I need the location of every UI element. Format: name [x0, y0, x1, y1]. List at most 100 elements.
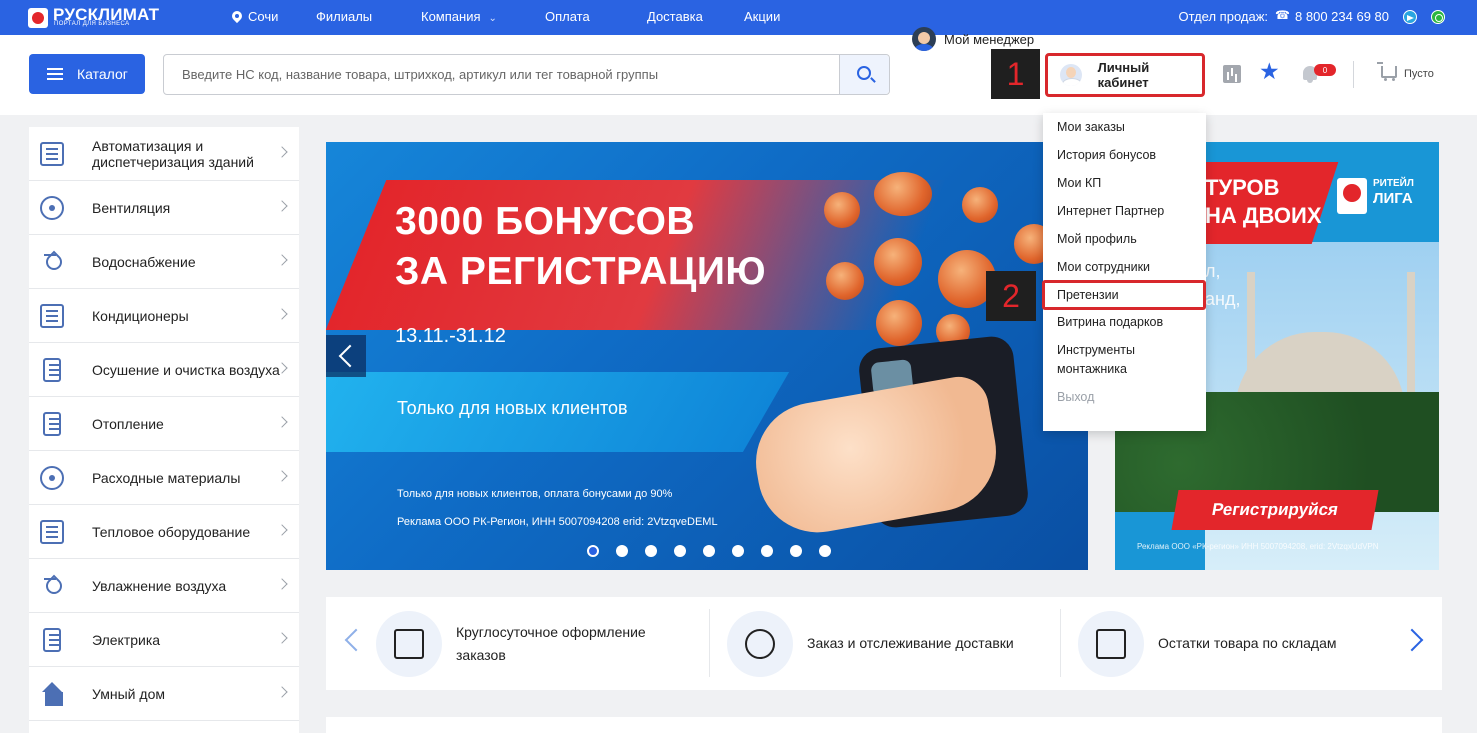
sidebar-item-label: Автоматизация и диспетчеризация зданий — [92, 137, 254, 170]
sidebar-item-heating[interactable]: Отопление — [29, 397, 299, 451]
step-marker-1: 1 — [991, 49, 1040, 99]
account-dropdown-menu: Мои заказы История бонусов Мои КП Интерн… — [1043, 113, 1206, 431]
sidebar-item-heat-equipment[interactable]: Тепловое оборудование — [29, 505, 299, 559]
sidebar-item-automation[interactable]: Автоматизация и диспетчеризация зданий — [29, 127, 299, 181]
search-button[interactable] — [839, 55, 889, 94]
compare-chart-icon[interactable] — [1223, 65, 1241, 83]
telegram-icon[interactable] — [1403, 9, 1417, 24]
cart-icon[interactable] — [1377, 62, 1397, 81]
air-conditioner-icon — [40, 304, 64, 328]
store-icon — [376, 610, 442, 677]
rusklimat-logo[interactable]: РУСКЛИМАТ ПОРТАЛ ДЛЯ БИЗНЕСА — [28, 5, 178, 30]
chevron-right-icon — [276, 308, 288, 320]
sidebar-item-label: Увлажнение воздуха — [92, 577, 227, 594]
nav-branches[interactable]: Филиалы — [316, 9, 372, 24]
banner-title-line2: ЗА РЕГИСТРАЦИЮ — [395, 250, 767, 293]
cart-status[interactable]: Пусто — [1404, 68, 1434, 80]
slide-dot[interactable] — [761, 545, 773, 557]
feature-label: Остатки товара по складам — [1158, 635, 1337, 651]
city-selector[interactable]: Сочи — [232, 9, 278, 24]
search-bar — [163, 54, 890, 95]
menu-item-my-quotes[interactable]: Мои КП — [1057, 174, 1101, 193]
coin-icon — [874, 172, 932, 216]
sales-phone-link[interactable]: 8 800 234 69 80 — [1295, 9, 1389, 24]
delivery-truck-icon — [727, 610, 793, 677]
promo-banner[interactable]: 3000 БОНУСОВ ЗА РЕГИСТРАЦИЮ 13.11.-31.12… — [326, 142, 1088, 570]
feature-item-warehouse-stock[interactable]: Остатки товара по складам — [1078, 610, 1337, 677]
slide-dot[interactable] — [645, 545, 657, 557]
sidebar-item-label: Тепловое оборудование — [92, 523, 251, 540]
banner-fine-print-1: Только для новых клиентов, оплата бонуса… — [397, 488, 673, 500]
favorites-star-icon[interactable]: ★ — [1259, 60, 1280, 83]
slide-dot[interactable] — [674, 545, 686, 557]
retail-league-logo-icon — [1337, 178, 1367, 214]
slide-dot[interactable] — [819, 545, 831, 557]
slide-dot[interactable] — [616, 545, 628, 557]
fan-icon — [40, 196, 64, 220]
catalog-button[interactable]: Каталог — [29, 54, 145, 94]
feature-label: Круглосуточное оформление заказов — [456, 623, 646, 663]
feature-item-orders-24-7[interactable]: Круглосуточное оформление заказов — [376, 610, 656, 677]
banner-pagination — [587, 545, 831, 557]
menu-item-bonus-history[interactable]: История бонусов — [1057, 146, 1156, 165]
banner-title-line1: 3000 БОНУСОВ — [395, 200, 696, 243]
sidebar-item-consumables[interactable]: Расходные материалы — [29, 451, 299, 505]
search-icon — [857, 66, 871, 80]
menu-item-logout[interactable]: Выход — [1057, 388, 1094, 407]
whatsapp-icon[interactable] — [1431, 9, 1445, 24]
banner-title: 3000 БОНУСОВ ЗА РЕГИСТРАЦИЮ — [395, 197, 766, 297]
sidebar-item-label: Умный дом — [92, 685, 165, 702]
chevron-right-icon — [276, 416, 288, 428]
slide-dot[interactable] — [587, 545, 599, 557]
account-button[interactable]: Личный кабинет — [1045, 53, 1205, 97]
feature-item-delivery-tracking[interactable]: Заказ и отслеживание доставки — [727, 610, 1014, 677]
slide-dot[interactable] — [732, 545, 744, 557]
chevron-right-icon — [276, 524, 288, 536]
location-pin-icon — [232, 11, 242, 23]
sidebar-item-label: Водоснабжение — [92, 253, 196, 270]
manager-label: Мой менеджер — [944, 31, 1035, 47]
features-next-arrow-icon[interactable] — [1400, 628, 1424, 652]
nav-company[interactable]: Компания ⌄ — [421, 9, 497, 24]
banner2-title-line2: НА ДВОИХ — [1205, 203, 1322, 228]
nav-delivery[interactable]: Доставка — [647, 9, 703, 24]
register-button[interactable]: Регистрируйся — [1171, 490, 1379, 530]
notifications-badge: 0 — [1314, 64, 1336, 76]
cart-icon — [1078, 610, 1144, 677]
sidebar-item-dehumidification[interactable]: Осушение и очистка воздуха — [29, 343, 299, 397]
sidebar-item-water-supply[interactable]: Водоснабжение — [29, 235, 299, 289]
menu-item-gift-showcase[interactable]: Витрина подарков — [1057, 313, 1163, 332]
slide-dot[interactable] — [703, 545, 715, 557]
slide-dot[interactable] — [790, 545, 802, 557]
search-input[interactable] — [164, 55, 840, 94]
menu-item-my-orders[interactable]: Мои заказы — [1057, 118, 1125, 137]
my-manager[interactable]: Мой менеджер — [912, 27, 1034, 51]
gear-icon — [40, 466, 64, 490]
menu-item-internet-partner[interactable]: Интернет Партнер — [1057, 202, 1164, 221]
sidebar-item-electrics[interactable]: Электрика — [29, 613, 299, 667]
menu-item-my-profile[interactable]: Мой профиль — [1057, 230, 1137, 249]
sidebar-item-label: Кондиционеры — [92, 307, 189, 324]
radiator-icon — [43, 412, 61, 436]
chevron-right-icon — [276, 470, 288, 482]
menu-item-my-employees[interactable]: Мои сотрудники — [1057, 258, 1150, 277]
menu-icon — [47, 68, 63, 80]
coin-icon — [876, 300, 922, 346]
step-marker-2: 2 — [986, 271, 1036, 321]
sidebar-item-ventilation[interactable]: Вентиляция — [29, 181, 299, 235]
banner-prev-button[interactable] — [326, 335, 366, 377]
nav-payment[interactable]: Оплата — [545, 9, 590, 24]
chevron-right-icon — [276, 632, 288, 644]
faucet-icon — [40, 250, 64, 274]
banner2-text-line1: л, — [1205, 261, 1221, 281]
banner-date: 13.11.-31.12 — [395, 325, 506, 347]
sidebar-item-smart-home[interactable]: Умный дом — [29, 667, 299, 721]
sidebar-item-air-conditioners[interactable]: Кондиционеры — [29, 289, 299, 343]
menu-item-installer-tools[interactable]: Инструменты монтажника — [1057, 341, 1177, 379]
nav-promotions[interactable]: Акции — [744, 9, 780, 24]
sidebar-item-humidification[interactable]: Увлажнение воздуха — [29, 559, 299, 613]
heater-icon — [40, 520, 64, 544]
features-prev-arrow-icon[interactable] — [344, 628, 368, 652]
chevron-right-icon — [276, 578, 288, 590]
manager-avatar — [912, 27, 936, 51]
